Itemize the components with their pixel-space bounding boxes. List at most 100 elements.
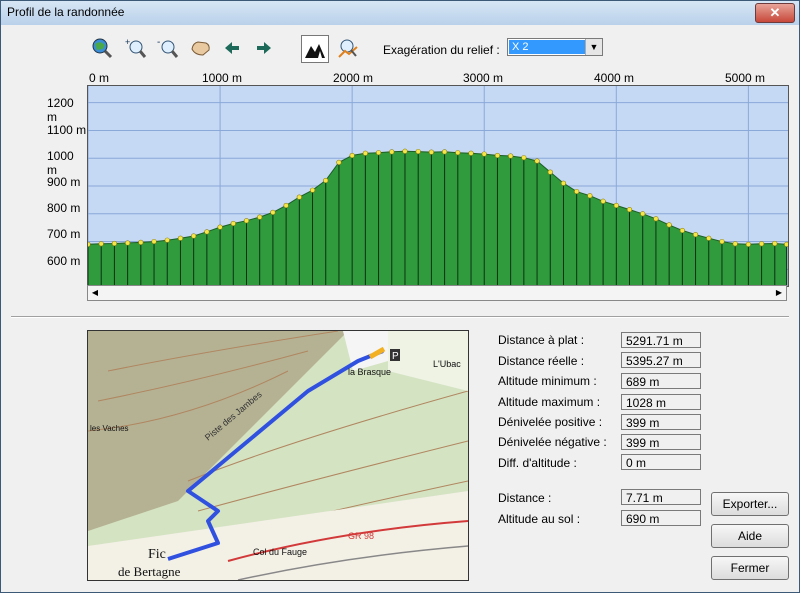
window-title: Profil de la randonnée [7,5,125,19]
altitude-maximum-field: 1028 m [621,394,701,410]
x-tick-label: 5000 m [725,71,766,85]
scroll-right-icon[interactable]: ▶ [772,286,786,300]
y-tick-label: 800 m [47,201,81,215]
map-label: la Brasque [348,367,391,377]
zoom-out-icon[interactable]: - [155,35,181,61]
profile-point [600,198,606,204]
profile-point [349,152,355,159]
topo-map-svg: P la Brasque L'Ubac Fic de Bertagne Col … [88,331,468,580]
pan-hand-icon[interactable] [187,35,213,61]
dialog-client: + - Exagération du relief : X 2 ▼ 0 m 10… [7,27,793,587]
elevation-profile-chart[interactable] [87,85,789,287]
help-button[interactable]: Aide [711,524,789,548]
profile-point [389,149,395,155]
y-tick-label: 700 m [47,227,81,241]
distance-plat-field: 5291.71 m [621,332,701,348]
profile-point [336,159,342,165]
map-label: Fic [148,547,166,562]
profile-point [640,211,646,217]
close-button[interactable]: Fermer [711,556,789,580]
distance-field: 7.71 m [621,489,701,505]
profile-point [428,149,434,155]
diff-altitude-label: Diff. d'altitude : [498,456,577,470]
zoom-in-icon[interactable]: + [123,35,149,61]
profile-point [204,229,210,235]
divider [11,316,789,318]
altitude-maximum-label: Altitude maximum : [498,395,601,409]
profile-point [455,150,461,156]
profile-scrollbar[interactable]: ◀ ▶ [87,285,787,301]
arrow-left-icon[interactable] [219,35,245,61]
profile-point [494,152,501,159]
profile-point [164,237,170,243]
arrow-right-icon[interactable] [251,35,277,61]
y-tick-label: 600 m [47,254,81,268]
profile-point [98,241,104,247]
profile-point [706,235,712,241]
profile-point [534,158,540,164]
profile-point [653,216,659,222]
profile-point [217,224,223,230]
denivelee-positive-field: 399 m [621,414,701,430]
profile-point [468,150,474,156]
distance-label: Distance : [498,491,552,505]
scroll-left-icon[interactable]: ◀ [88,286,102,300]
profile-point [243,218,250,224]
map-label: Col du Fauge [253,547,307,557]
profile-point [521,155,527,161]
profile-point [191,233,197,239]
profile-point [758,241,765,247]
profile-point [230,220,236,227]
profile-point [732,241,738,247]
profile-point [375,150,382,156]
denivelee-negative-label: Dénivelée négative : [498,435,607,449]
distance-reelle-field: 5395.27 m [621,352,701,368]
profile-point [362,150,368,156]
distance-reelle-label: Distance réelle : [498,354,585,368]
denivelee-positive-label: Dénivelée positive : [498,415,603,429]
profile-point [177,235,184,241]
svg-text:P: P [392,351,399,362]
profile-point [574,188,580,195]
altitude-minimum-label: Altitude minimum : [498,374,597,388]
close-window-button[interactable]: ✕ [755,3,795,23]
title-bar: Profil de la randonnée ✕ [1,1,799,25]
x-tick-label: 2000 m [333,71,374,85]
exaggeration-label: Exagération du relief : [383,43,500,57]
exaggeration-value: X 2 [509,40,585,54]
diff-altitude-field: 0 m [621,454,701,470]
profile-point [666,222,672,228]
denivelee-negative-field: 399 m [621,434,701,450]
y-tick-label: 900 m [47,175,81,189]
profile-point [772,240,778,247]
profile-point [442,149,448,155]
profile-point [415,148,421,155]
elevation-profile-svg [88,86,788,286]
profile-point [125,240,131,246]
chevron-down-icon[interactable]: ▼ [585,39,602,55]
y-tick-label: 1000 m [47,149,74,177]
profile-point [309,187,316,193]
profile-point [626,207,633,213]
terrain-fill-icon[interactable] [301,35,329,63]
walker-profile-icon[interactable] [335,35,361,61]
altitude-sol-field: 690 m [621,510,701,526]
distance-plat-label: Distance à plat : [498,333,585,347]
profile-point [257,214,263,220]
zoom-full-icon[interactable] [89,35,115,61]
altitude-minimum-field: 689 m [621,373,701,389]
route-map[interactable]: P la Brasque L'Ubac Fic de Bertagne Col … [87,330,469,581]
profile-point [784,241,788,247]
altitude-sol-label: Altitude au sol : [498,512,581,526]
y-tick-label: 1100 m [47,123,87,137]
x-tick-label: 1000 m [202,71,243,85]
profile-point [296,194,302,200]
map-label: les Vaches [90,424,129,433]
profile-point [508,153,514,159]
map-label: GR 98 [348,531,374,541]
svg-text:+: + [125,37,130,47]
profile-point [323,177,329,184]
export-button[interactable]: Exporter... [711,492,789,516]
profile-window: Profil de la randonnée ✕ + - Exagération… [0,0,800,593]
exaggeration-select[interactable]: X 2 ▼ [507,38,603,56]
